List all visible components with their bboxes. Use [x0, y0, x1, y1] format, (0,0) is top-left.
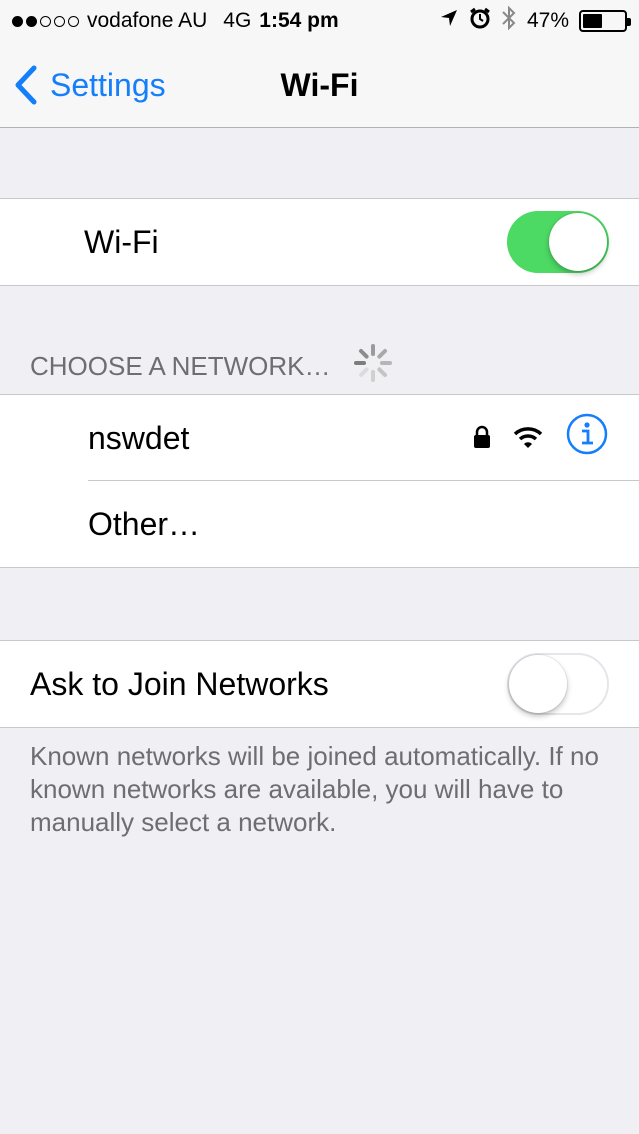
- ask-to-join-footer: Known networks will be joined automatica…: [30, 741, 599, 837]
- loading-spinner-icon: [353, 343, 393, 390]
- alarm-clock-icon: [469, 7, 491, 35]
- network-row[interactable]: nswdet: [0, 395, 639, 481]
- lock-icon: [473, 420, 491, 457]
- wifi-toggle-label: Wi-Fi: [84, 223, 159, 260]
- info-icon[interactable]: [565, 412, 609, 464]
- carrier-name: vodafone AU: [87, 9, 208, 32]
- ask-to-join-row: Ask to Join Networks: [0, 641, 639, 727]
- navigation-bar: Settings Wi-Fi: [0, 42, 639, 128]
- page-title: Wi-Fi: [280, 67, 359, 103]
- wifi-toggle-group: Wi-Fi: [0, 198, 639, 286]
- battery-percent: 47%: [526, 9, 569, 32]
- other-network-row[interactable]: Other…: [0, 481, 639, 567]
- ask-to-join-switch[interactable]: [507, 653, 609, 715]
- status-bar: vodafone AU 4G 1:54 pm 47%: [0, 0, 639, 42]
- bluetooth-icon: [501, 5, 517, 36]
- wifi-signal-icon: [513, 420, 543, 457]
- network-type: 4G: [223, 9, 252, 32]
- network-list: nswdet Other…: [0, 394, 639, 568]
- choose-network-header: CHOOSE A NETWORK…: [30, 343, 393, 386]
- clock: 1:54 pm: [259, 9, 339, 32]
- location-arrow-icon: [439, 8, 459, 34]
- ask-to-join-label: Ask to Join Networks: [30, 665, 329, 702]
- ask-to-join-group: Ask to Join Networks: [0, 640, 639, 728]
- other-network-label: Other…: [88, 505, 201, 542]
- wifi-toggle-row: Wi-Fi: [0, 199, 639, 285]
- choose-network-label: CHOOSE A NETWORK…: [30, 350, 331, 381]
- network-name: nswdet: [88, 419, 190, 456]
- battery-icon: [579, 10, 631, 32]
- signal-strength-icon: [12, 15, 79, 27]
- wifi-switch[interactable]: [507, 211, 609, 273]
